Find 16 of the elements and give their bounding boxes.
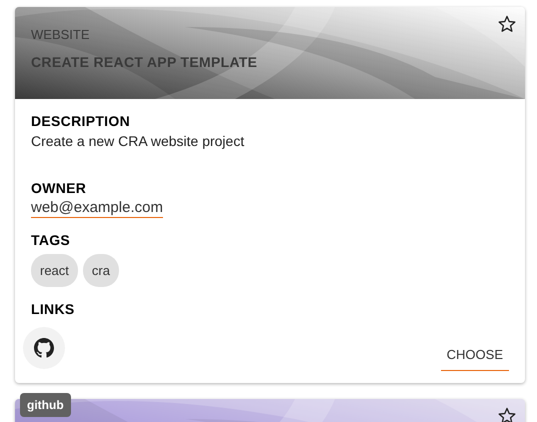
github-link-button[interactable] [23,327,65,369]
favorite-star-button[interactable] [497,14,517,34]
section-label: LINKS [31,301,76,317]
description-text: Create a new CRA website project [31,133,246,149]
card-title: CREATE REACT APP TEMPLATE [31,54,258,70]
owner-link[interactable]: web@example.com [31,199,163,218]
favorite-star-button[interactable] [497,406,517,422]
tag-chip[interactable]: react [31,254,78,287]
choose-button[interactable]: CHOOSE [440,339,509,371]
section-label: DESCRIPTION [31,113,131,129]
card-category: WEBSITE [31,27,91,42]
section-label: OWNER [31,180,88,196]
tooltip: github [20,393,71,417]
section-label: TAGS [31,232,72,248]
tag-chip[interactable]: cra [82,254,119,287]
github-icon [34,338,54,358]
